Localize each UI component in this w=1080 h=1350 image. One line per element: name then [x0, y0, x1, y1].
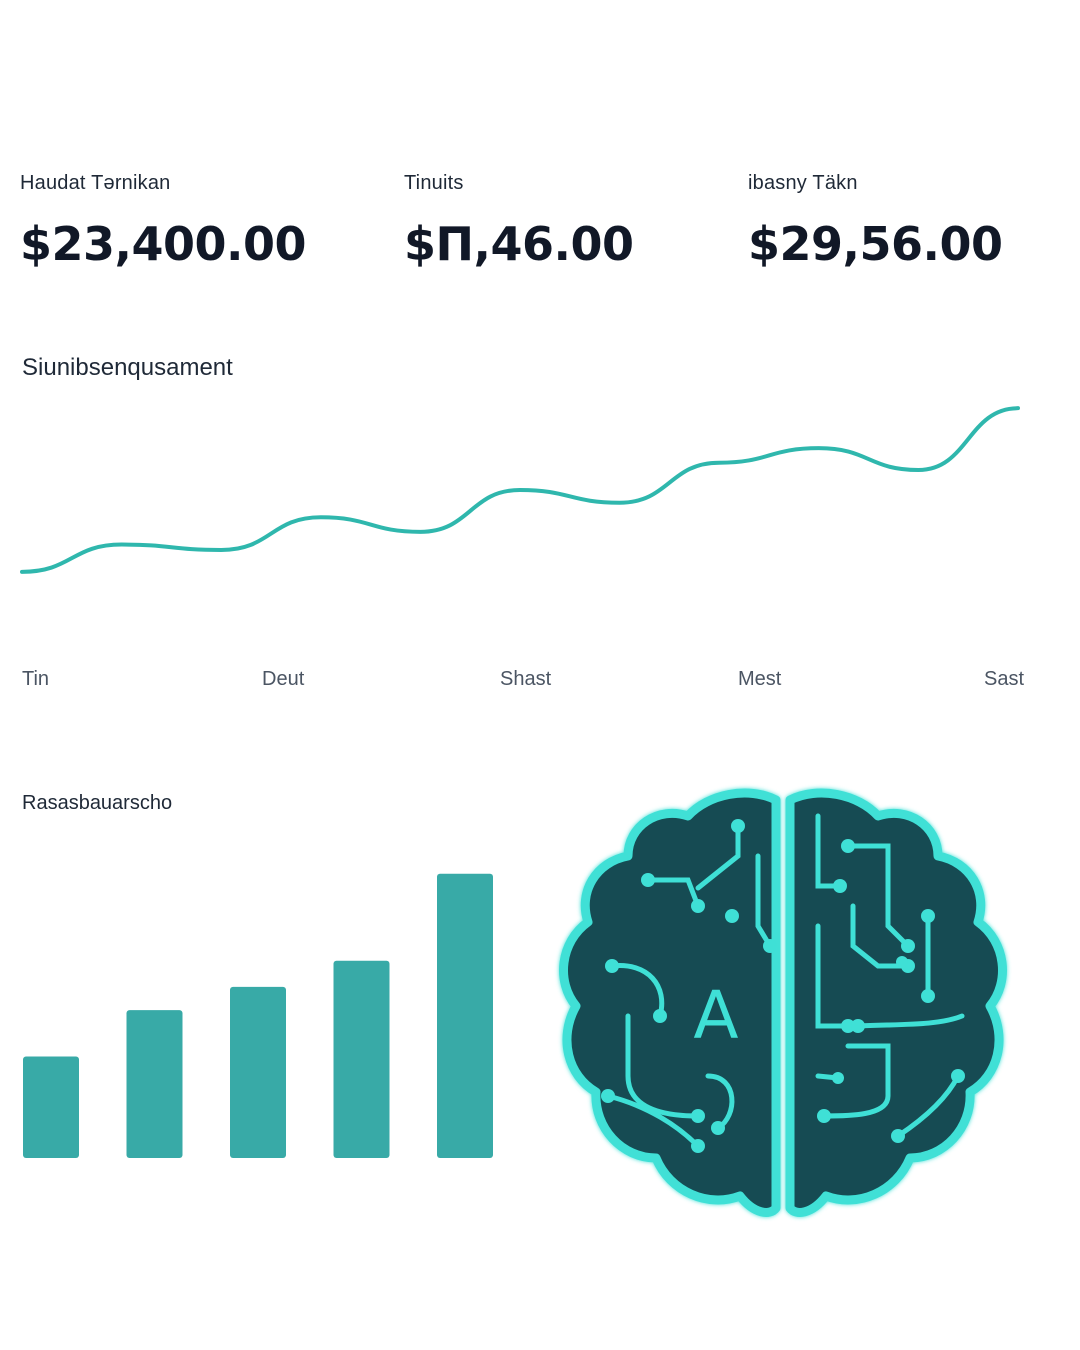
stat-value: $Π,46.00 [404, 217, 634, 271]
x-tick-label: Shast [500, 668, 552, 690]
brain-left-hemisphere [559, 788, 781, 1217]
bar-chart-title: Rasasbauarscho [22, 792, 173, 814]
bar [333, 960, 390, 1158]
stat-card-1: Haudat Tǝrnikan $23,400.00 [20, 172, 307, 271]
stat-label: Tinuits [404, 172, 464, 194]
x-tick-label: Mest [738, 668, 782, 690]
x-tick-label: Tin [22, 668, 50, 690]
line-series [20, 406, 1020, 574]
stat-card-3: ibasny Täkn $29,56.00 [748, 172, 1003, 271]
stat-label: ibasny Täkn [748, 172, 858, 194]
bar [23, 1056, 79, 1158]
stat-value: $29,56.00 [748, 217, 1003, 271]
x-tick-label: Sast [984, 668, 1025, 690]
bar [126, 1010, 183, 1158]
brain-letter: A [693, 977, 738, 1054]
bar-chart [23, 873, 493, 1158]
stat-label: Haudat Tǝrnikan [20, 172, 171, 194]
ai-brain-circuit-icon: A [559, 788, 1007, 1217]
line-chart [20, 406, 1020, 574]
x-tick-label: Deut [262, 668, 305, 690]
stat-card-2: Tinuits $Π,46.00 [404, 172, 634, 271]
stat-value: $23,400.00 [20, 217, 307, 271]
bar [230, 986, 286, 1158]
bar [437, 873, 493, 1158]
brain-right-hemisphere [785, 788, 1007, 1217]
